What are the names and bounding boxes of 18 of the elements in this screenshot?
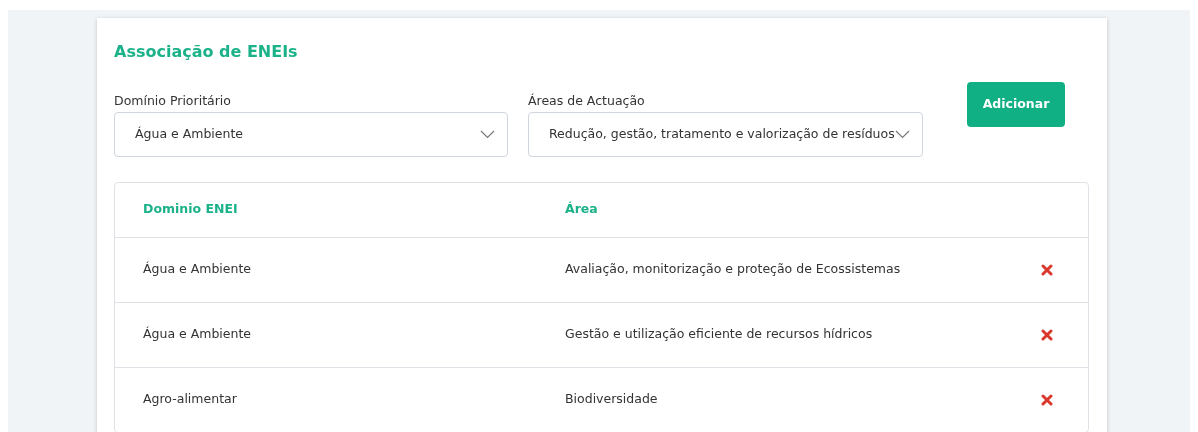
table-cell-text: Água e Ambiente — [142, 260, 253, 279]
table-cell-text: Biodiversidade — [565, 390, 659, 409]
dropdown-select[interactable]: Água e Ambiente — [114, 111, 508, 157]
delete-icon[interactable] — [1040, 328, 1053, 341]
table-cell-text: Avaliação, monitorização e proteção de Ecossistemas — [565, 260, 902, 279]
section-title: Associação de ENEIs — [114, 41, 299, 63]
chevron-down-icon — [480, 129, 495, 139]
dropdown-select[interactable]: Redução, gestão, tratamento e valorização de resíduos — [528, 111, 923, 157]
chevron-down-icon — [895, 129, 910, 139]
table-cell-text: Água e Ambiente — [142, 325, 253, 344]
column-header: Área — [565, 200, 599, 219]
field-label: Domínio Prioritário — [114, 92, 232, 110]
delete-icon[interactable] — [1040, 393, 1053, 406]
column-header: Dominio ENEI — [142, 200, 239, 219]
field-label: Áreas de Actuação — [528, 92, 646, 110]
table-cell-text: Gestão e utilização eficiente de recursos hídricos — [565, 325, 874, 344]
delete-icon[interactable] — [1040, 263, 1053, 276]
table-cell-text: Agro-alimentar — [142, 390, 238, 409]
